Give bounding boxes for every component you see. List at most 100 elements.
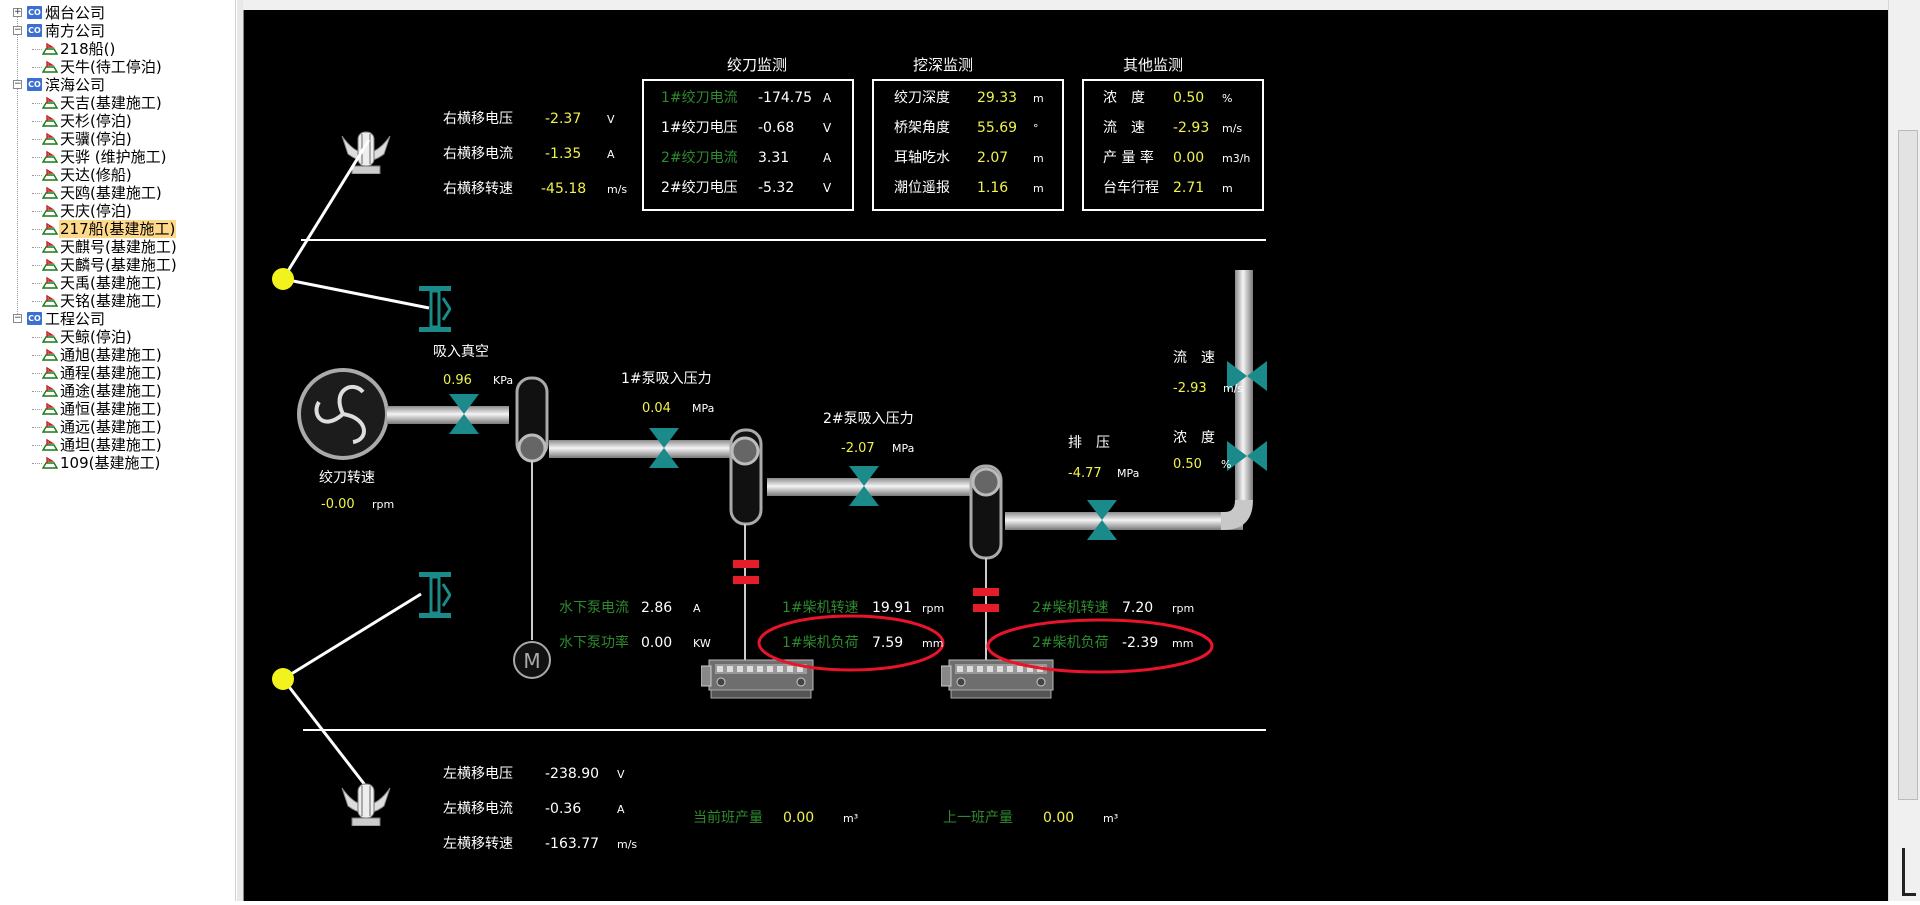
tree-ship-node[interactable]: 天骥(停泊)	[0, 130, 236, 148]
left-traverse-value: -163.77	[545, 836, 599, 852]
expander-icon[interactable]: −	[13, 26, 22, 35]
tree-ship-node[interactable]: 天骅 (维护施工)	[0, 148, 236, 166]
tree-ship-node[interactable]: 通程(基建施工)	[0, 364, 236, 382]
underwater-pump-power-label: 水下泵功率	[559, 634, 629, 651]
ship-status-icon	[42, 294, 58, 307]
tree-ship-node[interactable]: 天铭(基建施工)	[0, 292, 236, 310]
tree-ship-node[interactable]: 天吉(基建施工)	[0, 94, 236, 112]
tree-ship-node[interactable]: 109(基建施工)	[0, 454, 236, 472]
svg-text:%: %	[1221, 458, 1231, 471]
tree-ship-node[interactable]: 天鸥(基建施工)	[0, 184, 236, 202]
anchor-winch-icon	[341, 131, 391, 174]
tree-node-label: 烟台公司	[45, 4, 106, 22]
left-traverse-label: 左横移电流	[443, 801, 513, 817]
right-traverse-label: 右横移电压	[443, 111, 513, 127]
company-co-icon: CO	[27, 312, 42, 325]
right-traverse-label: 右横移转速	[443, 181, 513, 197]
discharge-value: -4.77	[1068, 466, 1102, 481]
tree-ship-node[interactable]: 天禹(基建施工)	[0, 274, 236, 292]
other-label: 流 速	[1103, 120, 1145, 136]
underwater-pump-current-value: 2.86	[641, 600, 672, 616]
tree-node-label: 天骥(停泊)	[60, 130, 132, 148]
density-value: 0.50	[1173, 457, 1202, 472]
tree-ship-node[interactable]: 218船()	[0, 40, 236, 58]
ship-status-icon	[42, 420, 58, 433]
cutter1-voltage-label: 1#绞刀电压	[661, 119, 738, 136]
cutter2-current-label: 2#绞刀电流	[661, 149, 738, 166]
left-traverse-value: -238.90	[545, 766, 599, 782]
tree-company-node[interactable]: − CO 南方公司	[0, 22, 236, 40]
pump-2	[969, 464, 1003, 660]
tree-node-label: 天杉(停泊)	[60, 112, 132, 130]
dredge-label: 耳轴吃水	[894, 150, 950, 166]
svg-text:°: °	[1033, 122, 1039, 135]
tree-node-label: 通坦(基建施工)	[60, 436, 162, 454]
engine1-load-label: 1#柴机负荷	[782, 635, 859, 651]
tree-node-label: 217船(基建施工)	[59, 220, 177, 238]
last-shift-output-label: 上一班产量	[943, 810, 1013, 826]
right-traverse-value: -1.35	[545, 146, 581, 162]
ship-status-icon	[42, 330, 58, 343]
current-shift-output-value: 0.00	[783, 810, 814, 826]
other-value: -2.93	[1173, 120, 1209, 136]
flow-speed-value: -2.93	[1173, 381, 1207, 396]
dredge-label: 潮位遥报	[894, 180, 950, 196]
tree-ship-node[interactable]: 天杉(停泊)	[0, 112, 236, 130]
tree-node-label: 通恒(基建施工)	[60, 400, 162, 418]
ship-status-icon	[42, 132, 58, 145]
tree-ship-node[interactable]: 通途(基建施工)	[0, 382, 236, 400]
tree-node-label: 滨海公司	[45, 76, 106, 94]
svg-text:rpm: rpm	[922, 602, 944, 615]
monitor-diagram: M 绞刀监测 挖深监测 其他监测 1#绞刀电流 -174.75 A 1#绞刀电压…	[272, 56, 1267, 852]
svg-text:KPa: KPa	[493, 374, 513, 387]
tree-node-label: 109(基建施工)	[60, 454, 161, 472]
tree-node-label: 天铭(基建施工)	[60, 292, 162, 310]
tree-ship-node[interactable]: 天达(修船)	[0, 166, 236, 184]
tree-company-node[interactable]: + CO 烟台公司	[0, 4, 236, 22]
cutter1-voltage-value: -0.68	[758, 120, 794, 136]
anchor-winch-icon	[341, 783, 391, 826]
scrollbar-thumb[interactable]	[1898, 130, 1918, 800]
tree-ship-node[interactable]: 通恒(基建施工)	[0, 400, 236, 418]
dredge-value: 2.07	[977, 150, 1008, 166]
tree-ship-node[interactable]: 217船(基建施工)	[0, 220, 236, 238]
tree-ship-node[interactable]: 通旭(基建施工)	[0, 346, 236, 364]
discharge-label: 排 压	[1068, 435, 1110, 451]
svg-text:mm: mm	[1172, 637, 1193, 650]
engine1-speed-value: 19.91	[872, 600, 912, 616]
density-label: 浓 度	[1173, 430, 1215, 446]
ship-status-icon	[42, 348, 58, 361]
tree-ship-node[interactable]: 天鲸(停泊)	[0, 328, 236, 346]
ship-status-icon	[42, 276, 58, 289]
tree-ship-node[interactable]: 天牛(待工停泊)	[0, 58, 236, 76]
tree-company-node[interactable]: − CO 滨海公司	[0, 76, 236, 94]
tree-ship-node[interactable]: 天麟号(基建施工)	[0, 256, 236, 274]
engine1-speed-label: 1#柴机转速	[782, 600, 859, 616]
resize-corner-icon[interactable]	[1902, 848, 1916, 896]
cutter-speed-value: -0.00	[321, 497, 355, 512]
tree-node-label: 天骅 (维护施工)	[60, 148, 167, 166]
svg-text:m/s: m/s	[1223, 382, 1243, 395]
cutter1-current-label: 1#绞刀电流	[661, 89, 738, 106]
tree-node-label: 工程公司	[45, 310, 106, 328]
right-traverse-value: -45.18	[541, 181, 586, 197]
dredge-monitor-panel: M 绞刀监测 挖深监测 其他监测 1#绞刀电流 -174.75 A 1#绞刀电压…	[243, 10, 1888, 901]
ship-status-icon	[42, 96, 58, 109]
tree-ship-node[interactable]: 通远(基建施工)	[0, 418, 236, 436]
tree-ship-node[interactable]: 天庆(停泊)	[0, 202, 236, 220]
expander-icon[interactable]: −	[13, 314, 22, 323]
motor-label: M	[523, 649, 540, 673]
tree-company-node[interactable]: − CO 工程公司	[0, 310, 236, 328]
tree-ship-node[interactable]: 天麒号(基建施工)	[0, 238, 236, 256]
company-co-icon: CO	[27, 78, 42, 91]
expander-icon[interactable]: +	[13, 8, 22, 17]
svg-text:m/s: m/s	[617, 838, 637, 851]
engine2-speed-value: 7.20	[1122, 600, 1153, 616]
engine2-speed-label: 2#柴机转速	[1032, 600, 1109, 616]
expander-icon[interactable]: −	[13, 80, 22, 89]
svg-text:mm: mm	[922, 637, 943, 650]
right-traverse-label: 右横移电流	[443, 146, 513, 162]
tree-ship-node[interactable]: 通坦(基建施工)	[0, 436, 236, 454]
dredge-label: 绞刀深度	[894, 89, 950, 106]
ship-status-icon	[42, 42, 58, 55]
